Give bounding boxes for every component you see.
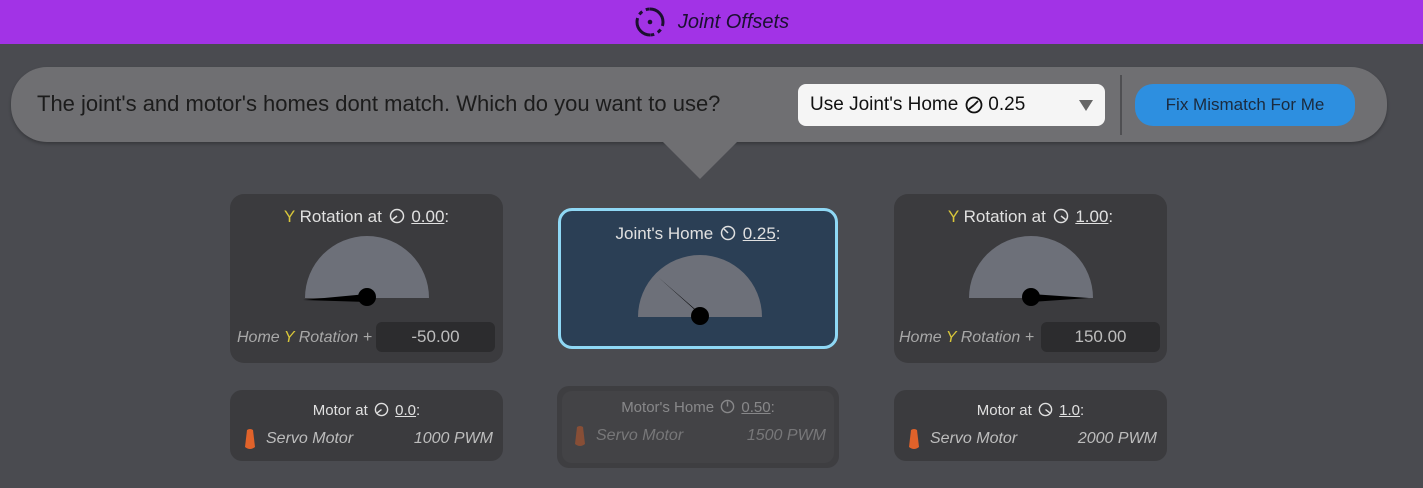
- gauge-hub: [358, 288, 376, 306]
- motor-pwm: 2000 PWM: [1077, 430, 1157, 447]
- rotation-text: Rotation at: [963, 207, 1046, 226]
- divider: [1120, 75, 1122, 135]
- home-value[interactable]: 0.25: [743, 224, 776, 243]
- motor-label: Motor at 1.0:: [976, 402, 1085, 419]
- motor-card-max: Motor at 1.0: Servo Motor 2000 PWM: [894, 390, 1167, 461]
- gauge-hub: [1022, 288, 1040, 306]
- home-rotation-label: Home Y Rotation +: [899, 329, 1035, 346]
- rotation-gauge: [303, 236, 429, 306]
- servo-icon: [909, 429, 919, 449]
- axis-label: Y: [947, 207, 959, 226]
- home-text: Joint's Home: [615, 224, 714, 243]
- fix-mismatch-button[interactable]: Fix Mismatch For Me: [1135, 84, 1355, 126]
- gauge-hub: [691, 307, 709, 325]
- servo-icon: [245, 429, 255, 449]
- joint-home-card[interactable]: Joint's Home 0.25:: [558, 208, 838, 349]
- rotation-value[interactable]: 1.00: [1075, 207, 1108, 226]
- bubble-pointer: [662, 141, 738, 179]
- joint-card-max: Y Rotation at 1.00: Home Y Rotation + 15…: [894, 194, 1167, 363]
- motor-value[interactable]: 1.0: [1059, 402, 1080, 419]
- rotation-gauge: [969, 236, 1093, 306]
- joint-home-label: Joint's Home 0.25:: [615, 224, 781, 243]
- gauge-icon: [1038, 402, 1053, 417]
- motor-row: Servo Motor 1000 PWM: [244, 428, 493, 450]
- chevron-down-icon: [1079, 100, 1093, 111]
- axis-label: Y: [283, 207, 295, 226]
- joint-card-min: Y Rotation at 0.00: Home Y Rotation + -5…: [230, 194, 503, 363]
- gauge-icon: [965, 96, 983, 114]
- motor-home-card[interactable]: Motor's Home 0.50: Servo Motor 1500 PWM: [557, 386, 839, 468]
- page-title: Joint Offsets: [677, 10, 790, 33]
- motor-home-label: Motor's Home 0.50:: [621, 399, 775, 416]
- motor-pwm: 1500 PWM: [746, 427, 826, 444]
- select-value: 0.25: [988, 94, 1026, 115]
- home-rotation-label: Home Y Rotation +: [237, 329, 373, 346]
- motor-home-value[interactable]: 0.50: [741, 399, 770, 416]
- offset-input[interactable]: -50.00: [376, 322, 495, 352]
- gauge-icon: [1053, 208, 1068, 224]
- rotation-text: Rotation at: [299, 207, 382, 226]
- gauge-icon: [720, 399, 735, 414]
- mismatch-question: The joint's and motor's homes dont match…: [37, 91, 721, 116]
- joint-rotation-label: Y Rotation at 1.00:: [947, 207, 1114, 226]
- motor-pwm: 1000 PWM: [413, 430, 493, 447]
- motor-name: Servo Motor: [266, 430, 354, 447]
- home-choice-select[interactable]: Use Joint's Home 0.25: [798, 84, 1105, 126]
- motor-label: Motor at 0.0:: [312, 402, 421, 419]
- gauge-icon: [720, 225, 736, 241]
- motor-name: Servo Motor: [930, 430, 1018, 447]
- motor-row: Servo Motor 2000 PWM: [908, 428, 1157, 450]
- servo-icon: [575, 426, 585, 446]
- home-gauge: [638, 255, 762, 325]
- joint-rotation-label: Y Rotation at 0.00:: [283, 207, 450, 226]
- header-bar: Joint Offsets: [0, 0, 1423, 44]
- motor-row: Servo Motor 1500 PWM: [574, 425, 826, 447]
- select-prefix: Use Joint's Home: [810, 94, 959, 115]
- rotate-dashed-icon: [635, 7, 665, 37]
- gauge-icon: [389, 208, 404, 224]
- rotation-value[interactable]: 0.00: [411, 207, 444, 226]
- gauge-icon: [374, 402, 389, 417]
- motor-card-min: Motor at 0.0: Servo Motor 1000 PWM: [230, 390, 503, 461]
- motor-value[interactable]: 0.0: [395, 402, 416, 419]
- mismatch-prompt: The joint's and motor's homes dont match…: [11, 67, 1387, 142]
- offset-input[interactable]: 150.00: [1041, 322, 1160, 352]
- motor-name: Servo Motor: [596, 427, 684, 444]
